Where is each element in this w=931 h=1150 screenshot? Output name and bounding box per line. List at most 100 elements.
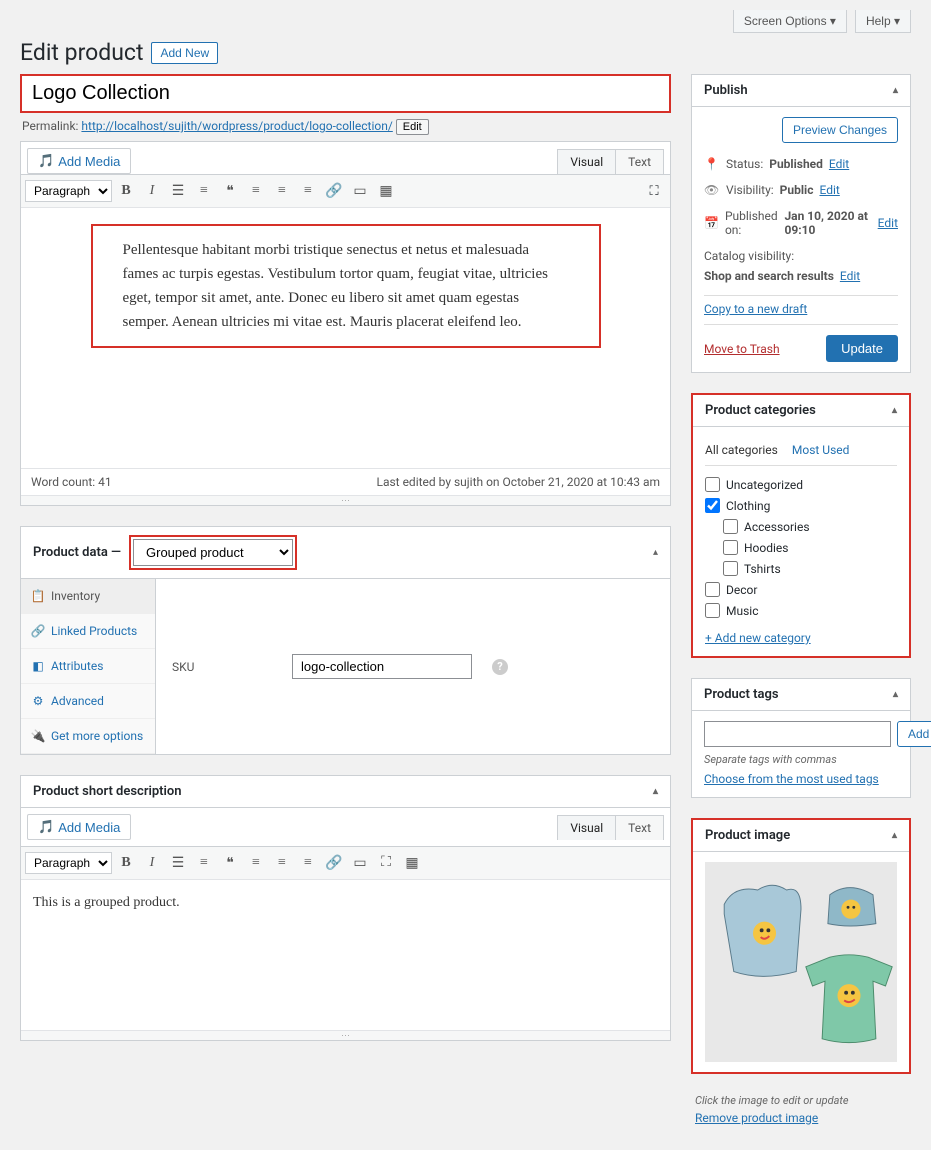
tab-inventory-label: Inventory bbox=[51, 589, 100, 603]
link-icon[interactable]: 🔗 bbox=[322, 179, 346, 203]
help-button[interactable]: Help ▾ bbox=[855, 10, 911, 33]
product-image-preview[interactable] bbox=[705, 862, 897, 1062]
cat-label-hoodies: Hoodies bbox=[744, 541, 789, 555]
tab-advanced[interactable]: ⚙Advanced bbox=[21, 684, 155, 719]
image-click-hint: Click the image to edit or update bbox=[691, 1094, 911, 1107]
published-label: Published on: bbox=[725, 209, 779, 237]
collapse-icon[interactable]: ▴ bbox=[653, 786, 658, 797]
tab-get-more[interactable]: 🔌Get more options bbox=[21, 719, 155, 754]
update-button[interactable]: Update bbox=[826, 335, 898, 362]
numbered-list-icon[interactable]: ≡ bbox=[192, 851, 216, 875]
edit-status-link[interactable]: Edit bbox=[829, 157, 849, 171]
editor-resize-handle[interactable]: ⋯ bbox=[21, 495, 670, 505]
italic-icon[interactable]: I bbox=[140, 851, 164, 875]
edit-visibility-link[interactable]: Edit bbox=[819, 183, 839, 197]
move-to-trash-link[interactable]: Move to Trash bbox=[704, 342, 780, 356]
bullet-list-icon[interactable]: ☰ bbox=[166, 851, 190, 875]
short-desc-text: This is a grouped product. bbox=[33, 892, 658, 913]
editor-resize-handle-short[interactable]: ⋯ bbox=[21, 1030, 670, 1040]
tab-text[interactable]: Text bbox=[615, 149, 664, 174]
collapse-icon[interactable]: ▴ bbox=[653, 547, 658, 558]
checkbox-tshirts[interactable] bbox=[723, 561, 738, 576]
toolbar-toggle-icon[interactable]: ▦ bbox=[400, 851, 424, 875]
product-data-box: Product data — Grouped product ▴ 📋Invent… bbox=[20, 526, 671, 755]
help-icon[interactable]: ? bbox=[492, 659, 508, 675]
tab-linked-products[interactable]: 🔗Linked Products bbox=[21, 614, 155, 649]
toolbar-toggle-icon[interactable]: ▦ bbox=[374, 179, 398, 203]
format-select[interactable]: Paragraph bbox=[25, 180, 112, 202]
checkbox-clothing[interactable] bbox=[705, 498, 720, 513]
collapse-icon[interactable]: ▴ bbox=[893, 85, 898, 96]
numbered-list-icon[interactable]: ≡ bbox=[192, 179, 216, 203]
tab-visual[interactable]: Visual bbox=[557, 149, 616, 174]
add-new-button[interactable]: Add New bbox=[151, 42, 218, 64]
remove-image-link[interactable]: Remove product image bbox=[695, 1111, 818, 1125]
tab-visual-short[interactable]: Visual bbox=[557, 815, 616, 840]
link-icon: 🔗 bbox=[31, 624, 45, 638]
fullscreen-icon[interactable]: ⛶ bbox=[642, 179, 666, 203]
align-right-icon[interactable]: ≡ bbox=[296, 851, 320, 875]
tab-text-short[interactable]: Text bbox=[615, 815, 664, 840]
add-category-link[interactable]: + Add new category bbox=[705, 631, 811, 645]
blockquote-icon[interactable]: ❝ bbox=[218, 179, 242, 203]
short-desc-header: Product short description bbox=[33, 784, 182, 799]
collapse-icon[interactable]: ▴ bbox=[893, 689, 898, 700]
sku-input[interactable] bbox=[292, 654, 472, 679]
product-tags-box: Product tags ▴ Add Separate tags with co… bbox=[691, 678, 911, 798]
collapse-icon[interactable]: ▴ bbox=[892, 405, 897, 416]
format-select-short[interactable]: Paragraph bbox=[25, 852, 112, 874]
choose-tags-link[interactable]: Choose from the most used tags bbox=[704, 772, 879, 786]
link-icon[interactable]: 🔗 bbox=[322, 851, 346, 875]
cat-label-decor: Decor bbox=[726, 583, 757, 597]
align-center-icon[interactable]: ≡ bbox=[270, 179, 294, 203]
edit-date-link[interactable]: Edit bbox=[878, 216, 898, 230]
catalog-label: Catalog visibility: bbox=[704, 249, 794, 263]
editor-content-text: Pellentesque habitant morbi tristique se… bbox=[123, 238, 569, 334]
screen-options-button[interactable]: Screen Options ▾ bbox=[733, 10, 847, 33]
align-center-icon[interactable]: ≡ bbox=[270, 851, 294, 875]
readmore-icon[interactable]: ▭ bbox=[348, 851, 372, 875]
published-value: Jan 10, 2020 at 09:10 bbox=[784, 209, 871, 237]
bullet-list-icon[interactable]: ☰ bbox=[166, 179, 190, 203]
checkbox-music[interactable] bbox=[705, 603, 720, 618]
publish-header: Publish bbox=[704, 83, 748, 98]
blockquote-icon[interactable]: ❝ bbox=[218, 851, 242, 875]
add-tag-button[interactable]: Add bbox=[897, 721, 931, 747]
readmore-icon[interactable]: ▭ bbox=[348, 179, 372, 203]
product-image-box: Product image ▴ bbox=[691, 818, 911, 1074]
tags-header: Product tags bbox=[704, 687, 779, 702]
fullscreen-icon[interactable]: ⛶ bbox=[374, 851, 398, 875]
editor-content-area[interactable]: Pellentesque habitant morbi tristique se… bbox=[21, 208, 670, 468]
checkbox-decor[interactable] bbox=[705, 582, 720, 597]
add-media-label-short: Add Media bbox=[58, 820, 120, 835]
align-right-icon[interactable]: ≡ bbox=[296, 179, 320, 203]
edit-catalog-link[interactable]: Edit bbox=[840, 269, 860, 283]
copy-draft-link[interactable]: Copy to a new draft bbox=[704, 302, 898, 316]
preview-changes-button[interactable]: Preview Changes bbox=[782, 117, 898, 143]
checkbox-hoodies[interactable] bbox=[723, 540, 738, 555]
tab-inventory[interactable]: 📋Inventory bbox=[21, 579, 155, 614]
permalink-url[interactable]: http://localhost/sujith/wordpress/produc… bbox=[81, 119, 392, 133]
collapse-icon[interactable]: ▴ bbox=[892, 830, 897, 841]
bold-icon[interactable]: B bbox=[114, 851, 138, 875]
checkbox-accessories[interactable] bbox=[723, 519, 738, 534]
publish-box: Publish ▴ Preview Changes 📍Status: Publi… bbox=[691, 74, 911, 373]
main-editor: 🎵 Add Media Visual Text Paragraph B I ☰ … bbox=[20, 141, 671, 506]
tab-attributes[interactable]: ◧Attributes bbox=[21, 649, 155, 684]
short-desc-content-area[interactable]: This is a grouped product. bbox=[21, 880, 670, 1030]
add-media-button[interactable]: 🎵 Add Media bbox=[27, 148, 131, 174]
product-type-select[interactable]: Grouped product bbox=[133, 539, 293, 566]
italic-icon[interactable]: I bbox=[140, 179, 164, 203]
bold-icon[interactable]: B bbox=[114, 179, 138, 203]
add-media-button-short[interactable]: 🎵 Add Media bbox=[27, 814, 131, 840]
tab-attributes-label: Attributes bbox=[51, 659, 103, 673]
checkbox-uncategorized[interactable] bbox=[705, 477, 720, 492]
tab-most-used[interactable]: Most Used bbox=[792, 437, 850, 465]
align-left-icon[interactable]: ≡ bbox=[244, 179, 268, 203]
gear-icon: ⚙ bbox=[31, 694, 45, 708]
tab-all-categories[interactable]: All categories bbox=[705, 437, 778, 465]
tag-input[interactable] bbox=[704, 721, 891, 747]
product-title-input[interactable] bbox=[20, 74, 671, 113]
align-left-icon[interactable]: ≡ bbox=[244, 851, 268, 875]
permalink-edit-button[interactable]: Edit bbox=[396, 119, 429, 135]
